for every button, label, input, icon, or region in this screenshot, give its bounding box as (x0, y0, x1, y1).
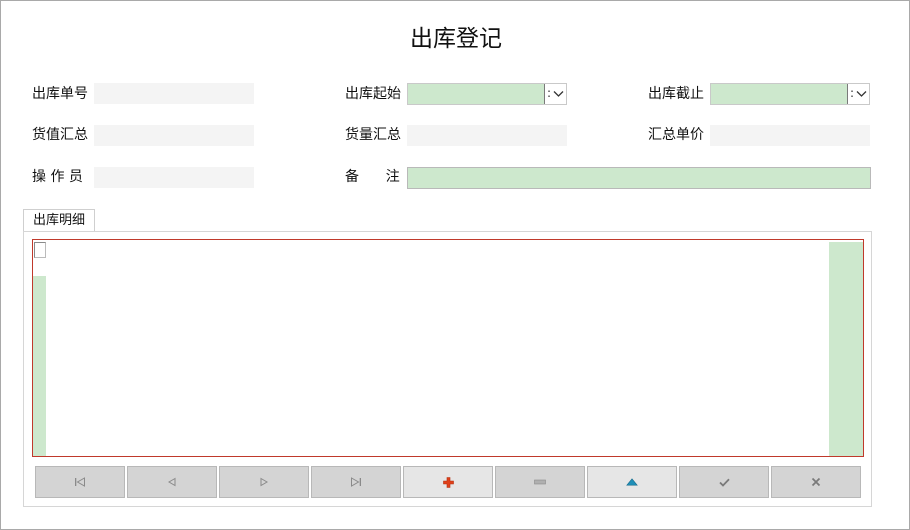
start-date-dropdown-button[interactable]: : (544, 84, 566, 104)
end-date-dropdown-button[interactable]: : (847, 84, 869, 104)
plus-icon (442, 476, 454, 488)
chevron-down-icon (553, 91, 564, 97)
goods-value-label: 货值汇总 (32, 127, 88, 143)
grid-right-column (829, 242, 863, 456)
prior-record-button[interactable] (127, 466, 217, 498)
prior-icon (168, 477, 176, 487)
order-no-field[interactable] (94, 83, 254, 104)
quantity-total-label: 货量汇总 (345, 127, 401, 143)
select-all-checkbox[interactable] (34, 242, 46, 258)
first-record-button[interactable] (35, 466, 125, 498)
form-window: 出库登记 出库单号 出库起始 : 出库截止 : 货值汇总 货量汇总 汇总单价 操… (0, 0, 910, 530)
minus-icon (534, 479, 546, 485)
start-date-value (408, 84, 544, 104)
next-icon (260, 477, 268, 487)
operator-label: 操 作 员 (32, 169, 83, 185)
start-date-label: 出库起始 (345, 86, 401, 102)
start-date-dropdown-glyph: : (547, 86, 552, 100)
operator-field[interactable] (94, 167, 254, 188)
start-date-picker[interactable]: : (407, 83, 567, 105)
quantity-total-field[interactable] (407, 125, 567, 146)
delete-record-button[interactable] (495, 466, 585, 498)
end-date-picker[interactable]: : (710, 83, 870, 105)
first-icon (75, 477, 85, 487)
end-date-label: 出库截止 (648, 86, 704, 102)
cross-icon (811, 477, 821, 487)
order-no-label: 出库单号 (32, 86, 88, 102)
record-navigator (35, 466, 861, 498)
end-date-value (711, 84, 847, 104)
cancel-record-button[interactable] (771, 466, 861, 498)
remark-field[interactable] (407, 167, 871, 189)
edit-record-button[interactable] (587, 466, 677, 498)
form-title: 出库登记 (410, 26, 502, 52)
unit-price-label: 汇总单价 (648, 127, 704, 143)
detail-grid[interactable] (32, 239, 864, 457)
remark-label: 备 注 (345, 169, 400, 185)
last-record-button[interactable] (311, 466, 401, 498)
up-triangle-icon (626, 478, 638, 486)
grid-indicator-column (33, 276, 46, 456)
insert-record-button[interactable] (403, 466, 493, 498)
last-icon (351, 477, 361, 487)
goods-value-field[interactable] (94, 125, 254, 146)
chevron-down-icon (856, 91, 867, 97)
tab-detail[interactable]: 出库明细 (23, 209, 95, 232)
end-date-dropdown-glyph: : (850, 86, 855, 100)
unit-price-field[interactable] (710, 125, 870, 146)
post-record-button[interactable] (679, 466, 769, 498)
check-icon (718, 478, 730, 487)
next-record-button[interactable] (219, 466, 309, 498)
